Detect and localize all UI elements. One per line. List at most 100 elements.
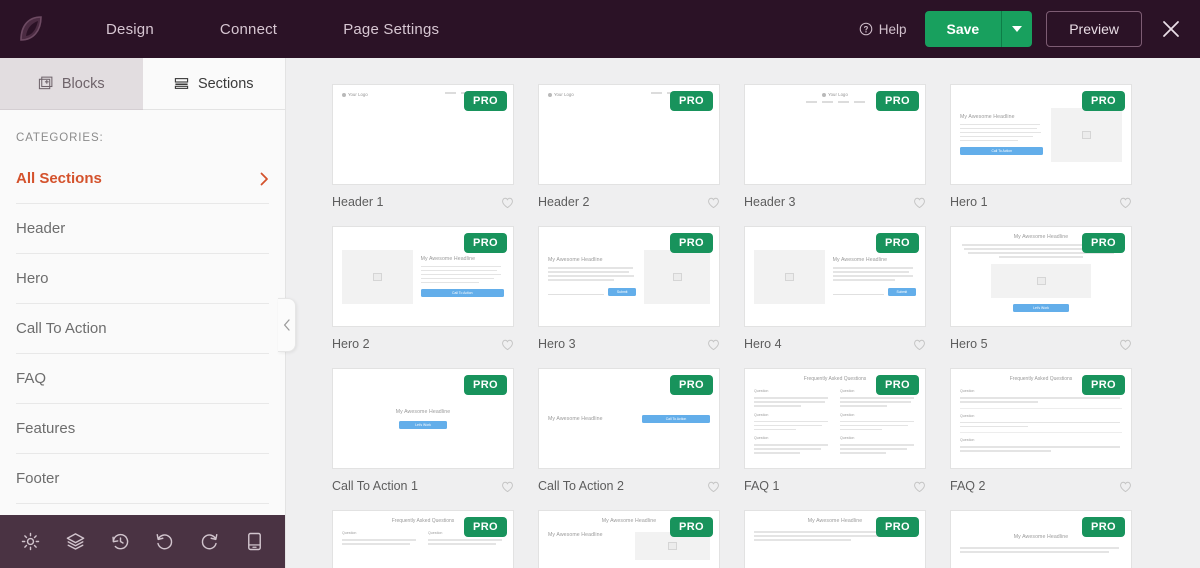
section-thumbnail: PRO Your Logo: [538, 84, 720, 185]
heart-outline-icon[interactable]: [1119, 480, 1132, 493]
sidebar-item-all-sections[interactable]: All Sections: [16, 154, 269, 204]
section-thumbnail: PRO My Awesome Headline Call To Action: [538, 368, 720, 469]
section-thumbnail: PRO Frequently Asked Questions Question …: [950, 368, 1132, 469]
section-card-footer: Hero 2: [332, 327, 514, 357]
app-logo[interactable]: [18, 15, 62, 43]
save-button[interactable]: Save: [924, 11, 1003, 47]
sidebar-collapse-handle[interactable]: [278, 298, 296, 352]
section-card[interactable]: PRO My Awesome Headline Let's Work Hero …: [950, 226, 1132, 357]
layers-icon[interactable]: [65, 531, 86, 552]
section-card[interactable]: PRO My Awesome Headline Let's Work Call …: [332, 368, 514, 499]
tab-blocks[interactable]: Blocks: [0, 58, 143, 110]
mini-headline: My Awesome Headline: [807, 518, 863, 524]
section-card-title: Hero 1: [950, 195, 988, 209]
sidebar-item-header[interactable]: Header: [16, 204, 269, 254]
pro-badge: PRO: [875, 233, 919, 254]
sidebar-item-features[interactable]: Features: [16, 404, 269, 454]
heart-outline-icon[interactable]: [501, 196, 514, 209]
section-card[interactable]: PRO My Awesome Headline: [332, 226, 514, 357]
heart-outline-icon[interactable]: [707, 196, 720, 209]
pro-badge: PRO: [875, 517, 919, 538]
undo-icon[interactable]: [154, 531, 175, 552]
mini-faq-answer: [840, 444, 916, 454]
mini-image-placeholder: [644, 249, 711, 304]
history-icon[interactable]: [110, 531, 131, 552]
mini-logo-text: Your Logo: [828, 92, 848, 97]
mini-logo-mark: [548, 92, 552, 97]
close-icon[interactable]: [1160, 18, 1182, 40]
section-card[interactable]: PRO Your Logo Header 2: [538, 84, 720, 215]
pro-badge: PRO: [463, 91, 507, 112]
save-button-group: Save: [924, 11, 1033, 47]
section-card[interactable]: PRO Frequently Asked Questions Question …: [332, 510, 514, 568]
redo-icon[interactable]: [199, 531, 220, 552]
heart-outline-icon[interactable]: [501, 338, 514, 351]
mini-headline: My Awesome Headline: [1013, 534, 1069, 540]
mini-cta-label: Call To Action: [991, 149, 1012, 154]
mini-email-input: [832, 288, 884, 296]
mini-headline: My Awesome Headline: [960, 113, 1015, 120]
tab-sections[interactable]: Sections: [142, 58, 285, 110]
sidebar-item-call-to-action[interactable]: Call To Action: [16, 304, 269, 354]
mini-faq-question: Question: [840, 412, 855, 417]
mini-faq-answer: [342, 539, 418, 545]
top-nav-item-page-settings[interactable]: Page Settings: [325, 13, 457, 46]
top-nav-item-design[interactable]: Design: [88, 13, 172, 46]
sections-gallery[interactable]: PRO Your Logo Header 1 PRO Your Logo Hea…: [286, 58, 1200, 568]
section-thumbnail: PRO My Awesome Headline: [538, 226, 720, 327]
pro-badge: PRO: [1081, 233, 1125, 254]
sidebar-item-label: FAQ: [16, 370, 47, 387]
heart-outline-icon[interactable]: [707, 338, 720, 351]
section-card[interactable]: PRO Frequently Asked Questions Question …: [744, 368, 926, 499]
section-card[interactable]: PRO My Awesome Headline: [538, 226, 720, 357]
mini-cta-label: Call To Action: [452, 291, 473, 296]
heart-outline-icon[interactable]: [1119, 338, 1132, 351]
device-preview-icon[interactable]: [244, 531, 265, 552]
mini-cta-label: Call To Action: [665, 416, 687, 421]
section-card[interactable]: PRO My Awesome Headline Call To Action C…: [538, 368, 720, 499]
pro-badge: PRO: [463, 375, 507, 396]
help-button[interactable]: Help: [859, 22, 907, 37]
sidebar-item-footer[interactable]: Footer: [16, 454, 269, 504]
section-card-footer: Header 1: [332, 185, 514, 215]
section-card-footer: Hero 3: [538, 327, 720, 357]
sidebar-item-faq[interactable]: FAQ: [16, 354, 269, 404]
gear-icon[interactable]: [20, 531, 41, 552]
section-card-title: Hero 3: [538, 337, 576, 351]
sidebar-item-label: All Sections: [16, 170, 102, 187]
sidebar-item-label: Footer: [16, 470, 60, 487]
heart-outline-icon[interactable]: [707, 480, 720, 493]
section-card[interactable]: PRO Frequently Asked Questions Question …: [950, 368, 1132, 499]
top-bar-actions: Help Save Preview: [859, 11, 1186, 47]
top-nav-item-connect[interactable]: Connect: [202, 13, 295, 46]
section-card[interactable]: PRO Your Logo Header 3: [744, 84, 926, 215]
section-card[interactable]: PRO My Awesome Headline Call To Action H…: [950, 84, 1132, 215]
section-card[interactable]: PRO My Awesome Headline My Awesome Headl…: [538, 510, 720, 568]
mini-faq-answer: [960, 446, 1122, 452]
heart-outline-icon[interactable]: [913, 480, 926, 493]
heart-outline-icon[interactable]: [913, 338, 926, 351]
pro-badge: PRO: [669, 233, 713, 254]
mini-faq-answer: [960, 397, 1122, 403]
sidebar-item-label: Header: [16, 220, 66, 237]
mini-paragraph: [420, 265, 504, 284]
heart-outline-icon[interactable]: [913, 196, 926, 209]
preview-button[interactable]: Preview: [1046, 11, 1142, 47]
section-card[interactable]: PRO My Awesome Headline: [744, 226, 926, 357]
section-card[interactable]: PRO My Awesome Headline Features 2: [744, 510, 926, 568]
top-bar: Design Connect Page Settings Help Save P…: [0, 0, 1200, 58]
section-card-title: FAQ 1: [744, 479, 780, 493]
heart-outline-icon[interactable]: [501, 480, 514, 493]
pro-badge: PRO: [669, 91, 713, 112]
category-list: All Sections Header Hero Call To Action …: [0, 154, 285, 515]
sidebar-item-hero[interactable]: Hero: [16, 254, 269, 304]
mini-faq-answer: [754, 420, 830, 431]
heart-outline-icon[interactable]: [1119, 196, 1132, 209]
mini-paragraph: [832, 267, 916, 281]
pro-badge: PRO: [875, 91, 919, 112]
section-card[interactable]: PRO Your Logo Header 1: [332, 84, 514, 215]
save-dropdown-button[interactable]: [1002, 11, 1033, 47]
section-thumbnail: PRO Frequently Asked Questions Question …: [744, 368, 926, 469]
section-card[interactable]: PRO My Awesome Headline Features 3: [950, 510, 1132, 568]
mini-faq-answer: [754, 397, 830, 407]
